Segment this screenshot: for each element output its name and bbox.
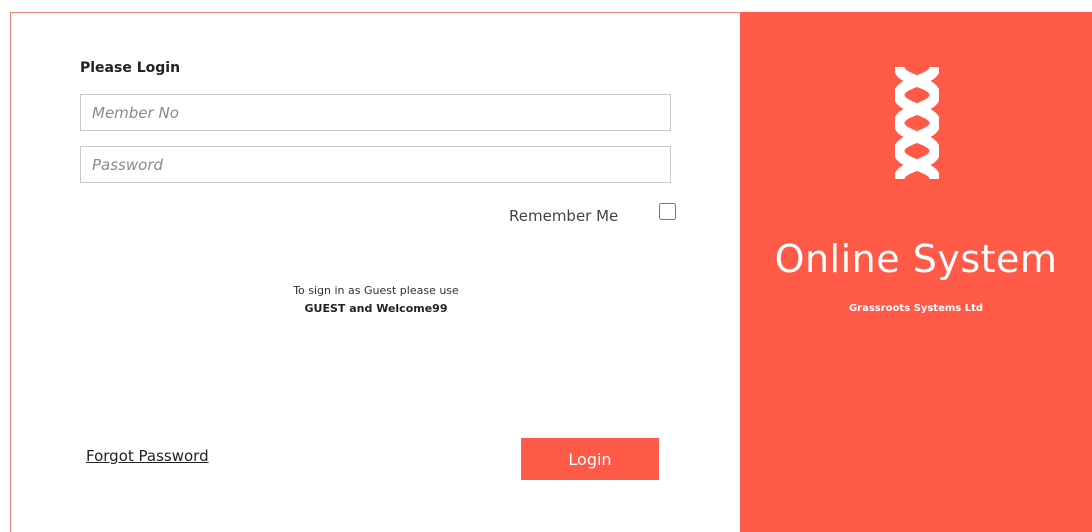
guest-credentials-text: GUEST and Welcome99 [304,302,448,315]
login-heading: Please Login [80,60,181,76]
remember-me-checkbox[interactable] [659,203,676,220]
brand-panel: Online System Grassroots Systems Ltd [740,12,1092,532]
login-button[interactable]: Login [521,438,659,480]
login-page: Please Login Remember Me To sign in as G… [0,0,1092,532]
remember-me-label: Remember Me [509,207,619,225]
password-input[interactable] [80,146,671,183]
forgot-password-link[interactable]: Forgot Password [86,447,209,465]
helix-logo-icon [895,67,939,179]
member-no-input[interactable] [80,94,671,131]
company-name: Grassroots Systems Ltd [848,303,984,314]
login-form-panel: Please Login Remember Me To sign in as G… [10,12,740,532]
app-title: Online System [774,237,1058,281]
guest-hint-text: To sign in as Guest please use [293,284,459,297]
